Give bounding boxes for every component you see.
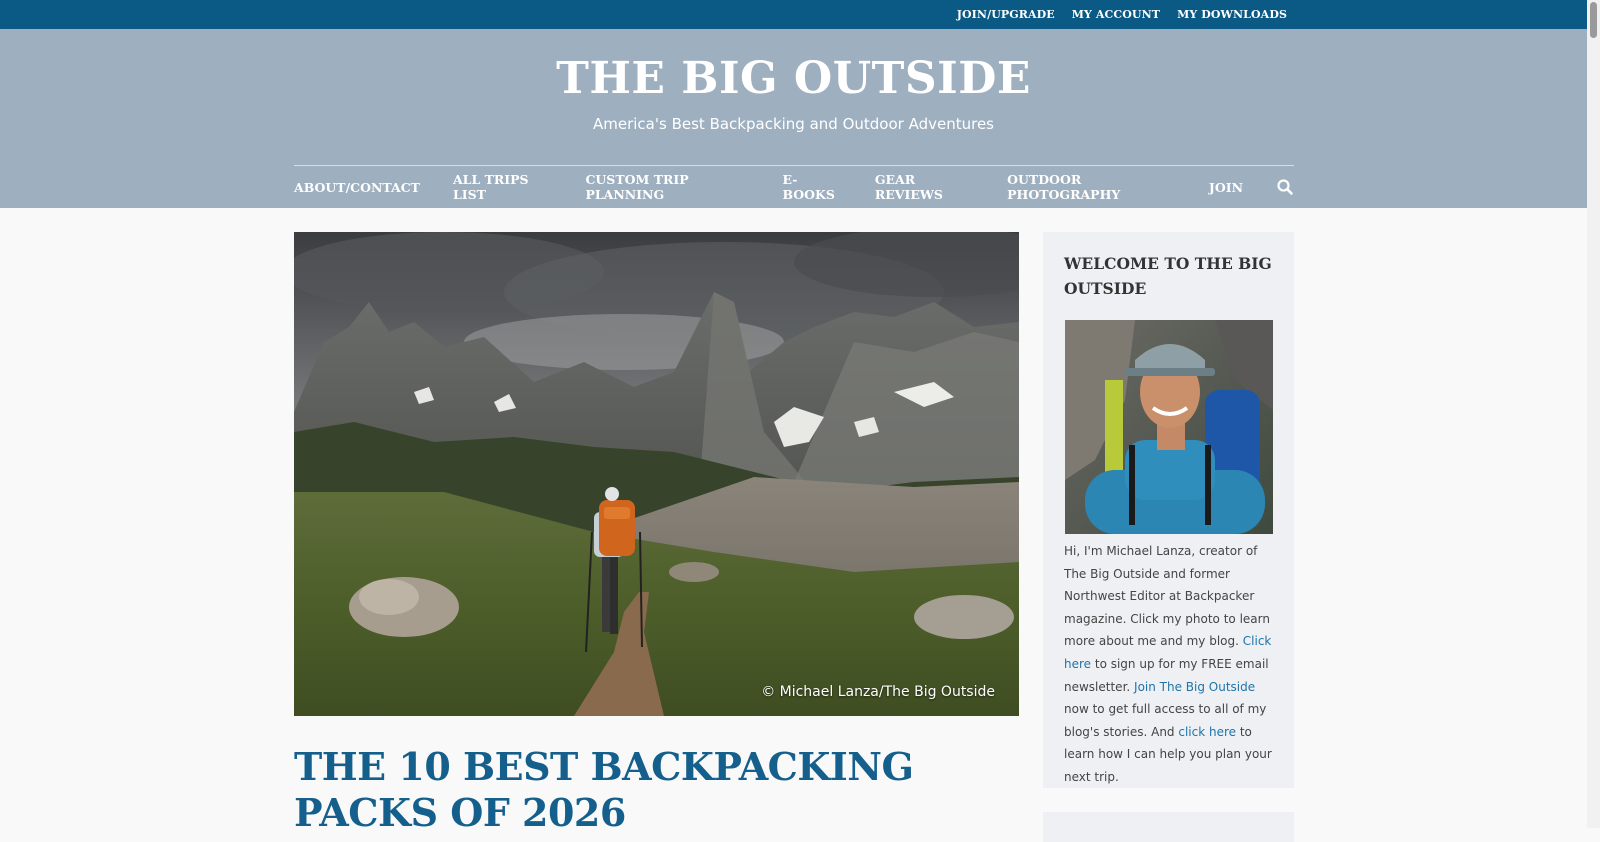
author-profile-photo[interactable] xyxy=(1065,320,1273,534)
search-icon[interactable] xyxy=(1276,178,1294,196)
mountain-landscape-photo xyxy=(294,232,1019,716)
nav-item-about-contact[interactable]: ABOUT/CONTACT xyxy=(294,180,420,195)
join-membership-link[interactable]: Join The Big Outside xyxy=(1134,680,1255,694)
site-header: THE BIG OUTSIDE America's Best Backpacki… xyxy=(0,29,1587,208)
nav-item-outdoor-photography[interactable]: OUTDOOR PHOTOGRAPHY xyxy=(1007,172,1176,202)
photo-credit: © Michael Lanza/The Big Outside xyxy=(761,684,995,700)
hero-image[interactable]: © Michael Lanza/The Big Outside xyxy=(294,232,1019,716)
post-title[interactable]: THE 10 BEST BACKPACKING PACKS OF 2026 xyxy=(294,744,1034,837)
my-account-link[interactable]: MY ACCOUNT xyxy=(1072,8,1160,21)
nav-item-all-trips-list[interactable]: ALL TRIPS LIST xyxy=(453,172,552,202)
author-portrait xyxy=(1065,320,1273,534)
widget-title: WELCOME TO THE BIG OUTSIDE xyxy=(1064,254,1272,298)
top-utility-bar: JOIN/UPGRADE MY ACCOUNT MY DOWNLOADS xyxy=(0,0,1587,29)
page-scrollbar[interactable] xyxy=(1587,0,1600,828)
main-nav: ABOUT/CONTACT ALL TRIPS LIST CUSTOM TRIP… xyxy=(294,165,1294,208)
nav-item-e-books[interactable]: E-BOOKS xyxy=(782,172,841,202)
join-upgrade-link[interactable]: JOIN/UPGRADE xyxy=(957,8,1055,21)
site-tagline: America's Best Backpacking and Outdoor A… xyxy=(593,115,994,133)
trip-planning-link[interactable]: click here xyxy=(1178,725,1236,739)
nav-item-join[interactable]: JOIN xyxy=(1209,180,1243,195)
site-title[interactable]: THE BIG OUTSIDE xyxy=(0,53,1587,106)
second-widget xyxy=(1043,812,1294,842)
bio-text-1: Hi, I'm Michael Lanza, creator of The Bi… xyxy=(1064,544,1270,649)
author-bio: Hi, I'm Michael Lanza, creator of The Bi… xyxy=(1064,540,1278,789)
scrollbar-thumb[interactable] xyxy=(1590,2,1597,38)
welcome-widget: WELCOME TO THE BIG OUTSIDE Hi, I'm Micha… xyxy=(1043,232,1294,788)
nav-item-gear-reviews[interactable]: GEAR REVIEWS xyxy=(875,172,974,202)
nav-item-custom-trip-planning[interactable]: CUSTOM TRIP PLANNING xyxy=(585,172,749,202)
account-links: JOIN/UPGRADE MY ACCOUNT MY DOWNLOADS xyxy=(957,0,1287,29)
my-downloads-link[interactable]: MY DOWNLOADS xyxy=(1177,8,1287,21)
